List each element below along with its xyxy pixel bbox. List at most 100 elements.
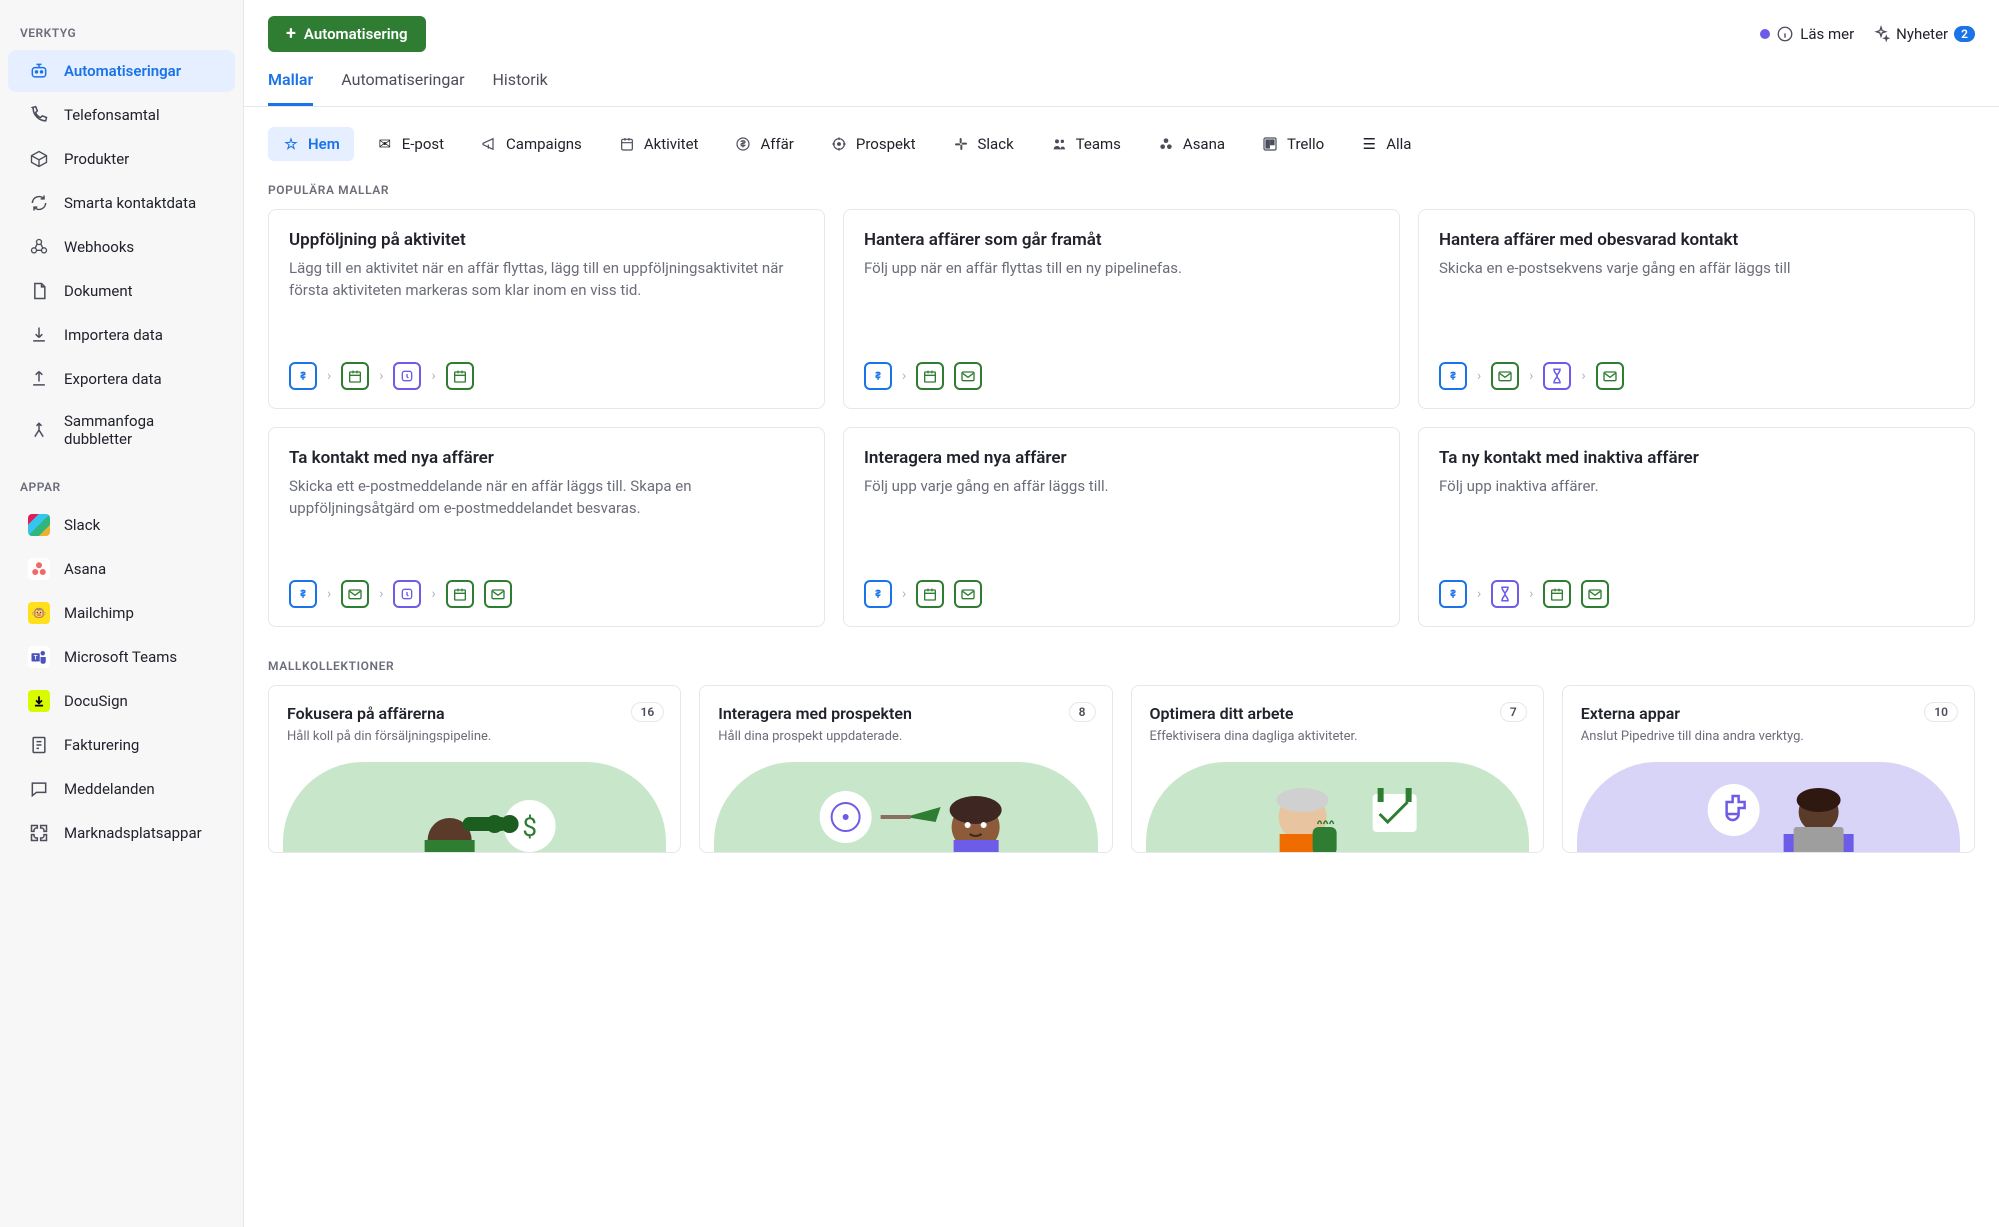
template-card[interactable]: Hantera affärer som går framåt Följ upp … [843,209,1400,409]
template-flow: ››› [289,362,804,390]
template-flow: ›› [1439,580,1954,608]
sidebar-app-marketplace[interactable]: Marknadsplatsappar [8,812,235,854]
sidebar-item-label: Microsoft Teams [64,648,177,666]
sidebar-app-asana[interactable]: Asana [8,548,235,590]
calendar-icon [618,135,636,153]
robot-icon [28,60,50,82]
tab-automations[interactable]: Automatiseringar [341,70,464,106]
deal-step-icon [289,580,317,608]
sidebar-item-label: DocuSign [64,692,128,710]
category-all[interactable]: ☰Alla [1346,127,1425,161]
collection-title: Externa appar [1581,704,1956,723]
sidebar-app-messages[interactable]: Meddelanden [8,768,235,810]
template-card[interactable]: Uppföljning på aktivitet Lägg till en ak… [268,209,825,409]
category-activity[interactable]: Aktivitet [604,127,713,161]
sidebar-app-mailchimp[interactable]: 🐵 Mailchimp [8,592,235,634]
collection-count: 16 [631,702,665,722]
import-icon [28,324,50,346]
collection-desc: Anslut Pipedrive till dina andra verktyg… [1581,729,1956,744]
teams-icon: T [28,646,50,668]
calendar-step-icon [916,580,944,608]
sidebar-app-invoicing[interactable]: Fakturering [8,724,235,766]
category-trello[interactable]: Trello [1247,127,1338,161]
plus-icon: + [286,25,296,43]
list-icon: ☰ [1360,135,1378,153]
deal-icon [734,135,752,153]
tab-templates[interactable]: Mallar [268,70,313,106]
tab-history[interactable]: Historik [493,70,548,106]
box-icon [28,148,50,170]
sidebar-app-slack[interactable]: Slack [8,504,235,546]
chevron-right-icon: › [379,368,383,384]
category-deal[interactable]: Affär [720,127,807,161]
deal-step-icon [1439,362,1467,390]
target-icon [830,135,848,153]
template-card[interactable]: Ta ny kontakt med inaktiva affärer Följ … [1418,427,1975,627]
asana-small-icon [1157,135,1175,153]
collection-card[interactable]: 16 Fokusera på affärerna Håll koll på di… [268,685,681,853]
collection-card[interactable]: 8 Interagera med prospekten Håll dina pr… [699,685,1112,853]
mailchimp-icon: 🐵 [28,602,50,624]
template-desc: Följ upp inaktiva affärer. [1439,476,1954,562]
template-card[interactable]: Hantera affärer med obesvarad kontakt Sk… [1418,209,1975,409]
slack-icon [28,514,50,536]
deal-step-icon [289,362,317,390]
main-content: + Automatisering Läs mer Nyheter 2 Malla… [243,0,1999,1227]
template-desc: Lägg till en aktivitet när en affär flyt… [289,258,804,344]
info-icon [1776,25,1794,43]
trello-icon [1261,135,1279,153]
sidebar-item-products[interactable]: Produkter [8,138,235,180]
news-link[interactable]: Nyheter 2 [1872,25,1975,43]
template-title: Hantera affärer med obesvarad kontakt [1439,230,1954,250]
mail-step-icon [1491,362,1519,390]
collection-illustration [714,762,1097,852]
webhook-icon [28,236,50,258]
popular-templates-label: POPULÄRA MALLAR [244,161,1999,209]
mail-step-icon [1596,362,1624,390]
chevron-right-icon: › [1529,586,1533,602]
category-email[interactable]: ✉E-post [362,127,458,161]
sidebar-item-export[interactable]: Exportera data [8,358,235,400]
new-automation-button[interactable]: + Automatisering [268,16,426,52]
chevron-right-icon: › [1581,368,1585,384]
svg-text:T: T [34,654,38,661]
calendar-step-icon [341,362,369,390]
collection-card[interactable]: 10 Externa appar Anslut Pipedrive till d… [1562,685,1975,853]
template-card[interactable]: Ta kontakt med nya affärer Skicka ett e-… [268,427,825,627]
collection-count: 8 [1069,702,1096,722]
template-card[interactable]: Interagera med nya affärer Följ upp varj… [843,427,1400,627]
read-more-link[interactable]: Läs mer [1760,25,1854,43]
sidebar-item-import[interactable]: Importera data [8,314,235,356]
category-prospect[interactable]: Prospekt [816,127,930,161]
mail-step-icon [341,580,369,608]
sidebar-item-webhooks[interactable]: Webhooks [8,226,235,268]
category-home[interactable]: ☆Hem [268,127,354,161]
collection-desc: Håll dina prospekt uppdaterade. [718,729,1093,744]
chevron-right-icon: › [431,368,435,384]
topbar: + Automatisering Läs mer Nyheter 2 [244,0,1999,52]
sidebar-item-label: Slack [64,516,100,534]
mail-step-icon [954,580,982,608]
sidebar-item-merge[interactable]: Sammanfoga dubbletter [8,402,235,458]
chevron-right-icon: › [902,586,906,602]
collection-illustration [1577,762,1960,852]
category-campaigns[interactable]: Campaigns [466,127,596,161]
sidebar-item-documents[interactable]: Dokument [8,270,235,312]
category-teams[interactable]: Teams [1036,127,1135,161]
collection-title: Interagera med prospekten [718,704,1093,723]
sidebar-app-docusign[interactable]: DocuSign [8,680,235,722]
marketplace-icon [28,822,50,844]
sidebar-item-label: Automatiseringar [64,62,181,80]
category-asana[interactable]: Asana [1143,127,1239,161]
sidebar-app-teams[interactable]: T Microsoft Teams [8,636,235,678]
collection-count: 7 [1500,702,1527,722]
sidebar-item-smartdata[interactable]: Smarta kontaktdata [8,182,235,224]
category-slack[interactable]: Slack [938,127,1028,161]
invoice-icon [28,734,50,756]
collection-card[interactable]: 7 Optimera ditt arbete Effektivisera din… [1131,685,1544,853]
sidebar-item-automations[interactable]: Automatiseringar [8,50,235,92]
sidebar-item-label: Fakturering [64,736,139,754]
sidebar-item-label: Dokument [64,282,133,300]
sidebar: VERKTYG Automatiseringar Telefonsamtal P… [0,0,243,1227]
sidebar-item-calls[interactable]: Telefonsamtal [8,94,235,136]
